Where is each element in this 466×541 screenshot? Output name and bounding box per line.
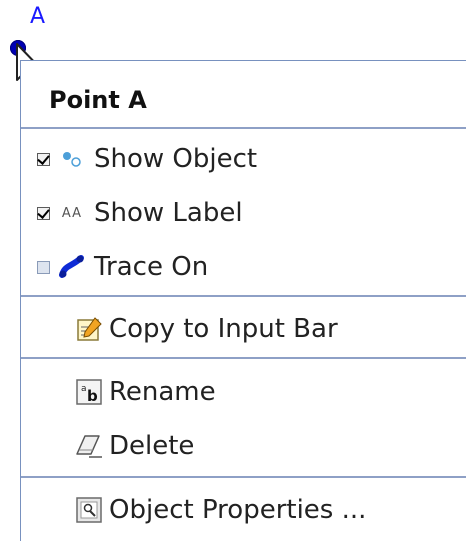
menu-item-label: Rename bbox=[109, 377, 216, 407]
menu-item-copy-to-input-bar[interactable]: Copy to Input Bar bbox=[21, 307, 466, 351]
menu-item-rename[interactable]: a b Rename bbox=[21, 370, 466, 414]
menu-item-object-properties[interactable]: Object Properties ... bbox=[21, 488, 466, 532]
separator bbox=[21, 357, 466, 359]
menu-item-label: Show Object bbox=[94, 144, 258, 174]
menu-item-trace-on[interactable]: Trace On bbox=[21, 245, 466, 289]
menu-item-delete[interactable]: Delete bbox=[21, 424, 466, 468]
menu-item-label: Delete bbox=[109, 431, 195, 461]
menu-item-show-label[interactable]: AA Show Label bbox=[21, 191, 466, 235]
show-object-icon bbox=[58, 147, 86, 171]
show-object-checkbox[interactable] bbox=[37, 152, 50, 166]
separator bbox=[21, 476, 466, 478]
object-properties-icon bbox=[75, 496, 103, 524]
separator bbox=[21, 127, 466, 129]
menu-item-show-object[interactable]: Show Object bbox=[21, 137, 466, 181]
copy-to-input-bar-icon bbox=[75, 315, 103, 343]
delete-icon bbox=[75, 432, 103, 460]
rename-icon: a b bbox=[75, 378, 103, 406]
menu-title: Point A bbox=[49, 86, 147, 114]
menu-item-label: Show Label bbox=[94, 198, 243, 228]
show-label-icon: AA bbox=[61, 205, 83, 221]
svg-text:a: a bbox=[81, 384, 87, 394]
trace-on-checkbox[interactable] bbox=[37, 260, 50, 274]
menu-item-label: Copy to Input Bar bbox=[109, 314, 338, 344]
svg-text:b: b bbox=[87, 387, 98, 405]
separator bbox=[21, 295, 466, 297]
trace-icon bbox=[58, 255, 86, 279]
menu-item-label: Object Properties ... bbox=[109, 495, 367, 525]
menu-item-label: Trace On bbox=[94, 252, 209, 282]
point-label[interactable]: A bbox=[30, 4, 45, 29]
context-menu: Point A Show Object AA Show Label Trace … bbox=[20, 60, 466, 541]
show-label-checkbox[interactable] bbox=[37, 206, 50, 220]
